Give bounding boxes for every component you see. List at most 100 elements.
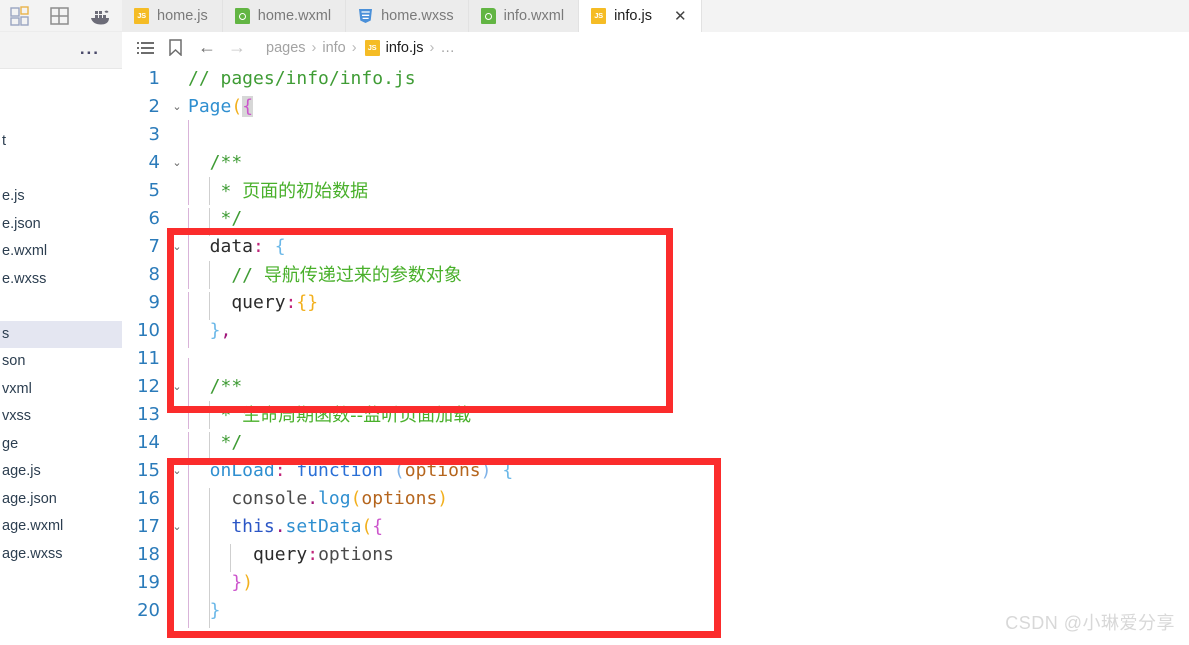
activity-bar	[0, 0, 122, 32]
js-file-icon: JS	[591, 8, 607, 24]
explorer-more-actions-icon[interactable]: ...	[80, 40, 100, 57]
line-number: 19	[137, 571, 160, 593]
code-line: 17 ⌄ this.setData({	[122, 512, 1189, 544]
fold-toggle[interactable]: ⌄	[166, 156, 188, 169]
line-number: 17	[137, 515, 160, 537]
breadcrumb-item-pages[interactable]: pages	[266, 40, 306, 56]
tab-label: home.wxml	[257, 8, 332, 24]
code-line: 10 },	[122, 316, 1189, 348]
breadcrumb-separator: ›	[311, 39, 317, 56]
tab-label: home.wxss	[381, 8, 454, 24]
js-file-icon: JS	[134, 8, 149, 24]
code-line: 13 * 生命周期函数--监听页面加载	[122, 400, 1189, 429]
list-item[interactable]: ge	[0, 431, 122, 459]
list-item[interactable]: son	[0, 348, 122, 376]
breadcrumb-item-info[interactable]: info	[322, 40, 345, 56]
outline-icon[interactable]	[132, 38, 158, 58]
list-item[interactable]: age.js	[0, 458, 122, 486]
line-number: 10	[137, 319, 160, 341]
breadcrumb-item-overflow[interactable]: …	[440, 40, 455, 56]
line-number: 7	[148, 235, 160, 257]
fold-toggle[interactable]: ⌄	[166, 464, 188, 477]
code-line: 9 query:{}	[122, 288, 1189, 320]
list-item[interactable]: age.json	[0, 486, 122, 514]
list-item[interactable]: e.wxml	[0, 238, 122, 266]
editor-tab-bar: JS home.js home.wxml home.wxss info.wxml…	[122, 0, 1189, 32]
wxml-file-icon	[234, 8, 250, 24]
tab-home-wxml[interactable]: home.wxml	[222, 0, 347, 32]
code-text: onLoad: function (options) {	[188, 459, 1189, 488]
breadcrumb-separator: ›	[429, 39, 435, 56]
code-line: 3	[122, 120, 1189, 162]
extensions-icon[interactable]	[8, 5, 32, 27]
explorer-file-tree[interactable]: t e.js e.json e.wxml e.wxss s son vxml v…	[0, 69, 122, 568]
code-line: 12 ⌄ /**	[122, 372, 1189, 404]
code-text: console.log(options)	[188, 487, 1189, 516]
code-editor[interactable]: 1 // pages/info/info.js 2 ⌄ Page({ 3 4 ⌄…	[122, 64, 1189, 645]
fold-toggle[interactable]: ⌄	[166, 100, 188, 113]
code-line: 14 */	[122, 428, 1189, 460]
list-item[interactable]: e.js	[0, 183, 122, 211]
code-line: 5 * 页面的初始数据	[122, 176, 1189, 205]
code-text: */	[188, 207, 1189, 236]
list-item[interactable]: e.json	[0, 211, 122, 239]
code-line: 2 ⌄ Page({	[122, 92, 1189, 120]
fold-toggle[interactable]: ⌄	[166, 520, 188, 533]
breadcrumb-item-info-js[interactable]: info.js	[386, 40, 424, 56]
line-number: 16	[137, 487, 160, 509]
code-text: /**	[188, 375, 1189, 404]
wxss-file-icon	[358, 8, 373, 24]
list-item[interactable]	[0, 73, 122, 101]
list-item[interactable]	[0, 101, 122, 129]
list-item[interactable]: t	[0, 128, 122, 156]
fold-toggle[interactable]: ⌄	[166, 240, 188, 253]
nav-forward-icon[interactable]: →	[222, 37, 252, 58]
line-number: 15	[137, 459, 160, 481]
js-file-icon: JS	[364, 39, 380, 56]
code-text: this.setData({	[188, 515, 1189, 544]
docker-icon[interactable]	[88, 5, 112, 27]
code-line: 15 ⌄ onLoad: function (options) {	[122, 456, 1189, 488]
breadcrumb-separator: ›	[351, 39, 357, 56]
wxml-file-icon	[480, 8, 496, 24]
line-number: 18	[137, 543, 160, 565]
list-item[interactable]	[0, 293, 122, 321]
bookmark-icon[interactable]	[162, 38, 188, 58]
line-number: 20	[137, 599, 160, 621]
code-line: 4 ⌄ /**	[122, 148, 1189, 180]
layout-icon[interactable]	[48, 5, 72, 27]
code-text: query:options	[188, 543, 1189, 572]
tab-info-wxml[interactable]: info.wxml	[468, 0, 580, 32]
list-item[interactable]: vxml	[0, 376, 122, 404]
tab-bar-empty-space	[701, 0, 1189, 32]
list-item[interactable]: age.wxss	[0, 541, 122, 569]
line-number: 12	[137, 375, 160, 397]
fold-toggle[interactable]: ⌄	[166, 380, 188, 393]
line-number: 1	[148, 67, 160, 89]
explorer-sidebar: ... t e.js e.json e.wxml e.wxss s son vx…	[0, 0, 123, 645]
tab-info-js[interactable]: JS info.js ✕	[579, 0, 702, 32]
code-text: Page({	[188, 95, 254, 117]
close-icon[interactable]: ✕	[674, 9, 687, 24]
code-text: * 页面的初始数据	[188, 177, 1189, 205]
code-line: 8 // 导航传递过来的参数对象	[122, 260, 1189, 289]
list-item[interactable]: vxss	[0, 403, 122, 431]
tab-home-wxss[interactable]: home.wxss	[346, 0, 469, 32]
list-item[interactable]: e.wxss	[0, 266, 122, 294]
code-text: },	[188, 319, 1189, 348]
tab-label: info.wxml	[503, 8, 565, 24]
line-number: 2	[148, 95, 160, 117]
line-number: 6	[148, 207, 160, 229]
code-line: 16 console.log(options)	[122, 484, 1189, 516]
list-item-selected[interactable]: s	[0, 320, 122, 348]
tab-label: info.js	[614, 8, 652, 24]
tab-home-js[interactable]: JS home.js	[122, 0, 223, 32]
code-line: 7 ⌄ data: {	[122, 232, 1189, 264]
list-item[interactable]: age.wxml	[0, 513, 122, 541]
line-number: 9	[148, 291, 160, 313]
line-number: 5	[148, 179, 160, 201]
list-item[interactable]	[0, 156, 122, 184]
breadcrumb-bar: ← → pages › info › JS info.js › …	[122, 32, 1189, 64]
code-text: data: {	[188, 235, 1189, 264]
nav-back-icon[interactable]: ←	[192, 37, 222, 58]
